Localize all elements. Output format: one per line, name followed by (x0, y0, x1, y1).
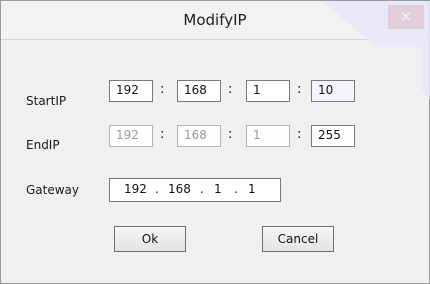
modify-ip-dialog: ModifyIP × StartIP 192 : 168 : 1 : 10 En… (0, 0, 430, 284)
ok-button[interactable]: Ok (114, 226, 186, 252)
gateway-octet-1: 192 (124, 182, 147, 196)
start-ip-octet-3[interactable]: 1 (246, 80, 290, 102)
gateway-octet-3: 1 (214, 182, 222, 196)
gateway-dot: . (234, 182, 238, 196)
start-ip-octet-1[interactable]: 192 (109, 80, 153, 102)
gateway-dot: . (200, 182, 204, 196)
separator: : (160, 82, 165, 97)
separator: : (160, 127, 165, 142)
gateway-octet-2: 168 (168, 182, 191, 196)
dialog-body: StartIP 192 : 168 : 1 : 10 EndIP 192 : 1… (8, 47, 422, 273)
gateway-octet-4: 1 (248, 182, 256, 196)
start-ip-octet-2[interactable]: 168 (177, 80, 221, 102)
start-ip-octet-4[interactable]: 10 (311, 80, 355, 102)
gateway-label: Gateway (26, 183, 80, 197)
cancel-button[interactable]: Cancel (262, 226, 334, 252)
separator: : (228, 82, 233, 97)
separator: : (297, 82, 302, 97)
gateway-ip-input[interactable]: 192 . 168 . 1 . 1 (109, 178, 281, 202)
end-ip-octet-3: 1 (246, 125, 290, 147)
separator: : (297, 127, 302, 142)
end-ip-octet-2: 168 (177, 125, 221, 147)
end-ip-octet-1: 192 (109, 125, 153, 147)
gateway-dot: . (155, 182, 159, 196)
end-ip-label: EndIP (26, 138, 60, 152)
separator: : (228, 127, 233, 142)
start-ip-label: StartIP (26, 94, 67, 108)
end-ip-octet-4[interactable]: 255 (311, 125, 355, 147)
